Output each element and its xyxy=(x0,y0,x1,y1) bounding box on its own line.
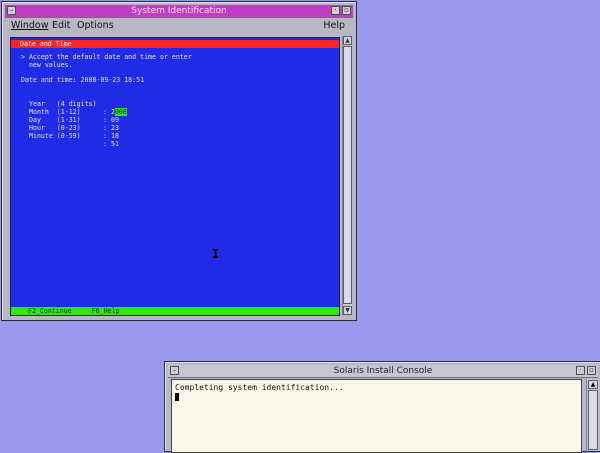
instruction-line-1: > Accept the default date and time or en… xyxy=(21,53,192,61)
instruction-line-2: new values. xyxy=(21,61,73,69)
datetime-label: Date and time: 2008-09-23 18:51 xyxy=(21,76,145,84)
console-titlebar[interactable]: – Solaris Install Console · ▫ xyxy=(168,365,598,378)
ibeam-cursor-icon: I xyxy=(212,247,220,261)
minute-input[interactable]: 51 xyxy=(111,140,119,148)
sysid-vertical-scrollbar[interactable]: ▲ ▼ xyxy=(342,36,352,315)
system-identification-window[interactable]: – System Identification · ▫ Window Edit … xyxy=(1,1,357,321)
menu-window[interactable]: Window xyxy=(11,18,48,34)
f2-continue-key[interactable]: F2_Continue xyxy=(28,307,72,315)
window-menu-icon[interactable]: – xyxy=(7,6,16,15)
scroll-up-icon[interactable]: ▲ xyxy=(343,36,352,45)
text-caret xyxy=(175,393,179,401)
f6-help-key[interactable]: F6_Help xyxy=(92,307,120,315)
field-minute[interactable]: Minute (0-59) : 51 xyxy=(29,124,119,156)
scroll-thumb[interactable] xyxy=(343,46,352,304)
day-input[interactable]: 23 xyxy=(111,124,119,132)
menu-edit[interactable]: Edit xyxy=(52,18,70,34)
console-output-line: Completing system identification... xyxy=(175,383,344,392)
solaris-install-console-window[interactable]: – Solaris Install Console · ▫ Completing… xyxy=(164,361,600,453)
console-vertical-scrollbar[interactable]: ▲ xyxy=(586,379,599,451)
screen-footer: F2_Continue F6_Help xyxy=(11,307,339,315)
console-window-title: Solaris Install Console xyxy=(333,366,433,376)
sysid-window-title: System Identification xyxy=(131,6,227,16)
maximize-icon[interactable]: ▫ xyxy=(342,6,351,15)
terminal-screen[interactable]: Date and Time > Accept the default date … xyxy=(10,37,340,316)
console-output[interactable]: Completing system identification... xyxy=(171,379,582,453)
sysid-menubar: Window Edit Options Help xyxy=(5,18,353,34)
hour-input[interactable]: 18 xyxy=(111,132,119,140)
year-input[interactable]: 2008 xyxy=(111,108,127,116)
console-window-menu-icon[interactable]: – xyxy=(170,366,179,375)
console-scroll-up-icon[interactable]: ▲ xyxy=(588,380,598,389)
screen-header: Date and Time xyxy=(11,40,339,48)
sysid-titlebar[interactable]: – System Identification · ▫ xyxy=(5,5,353,18)
menu-options[interactable]: Options xyxy=(77,18,114,34)
menu-help[interactable]: Help xyxy=(323,18,345,34)
month-input[interactable]: 09 xyxy=(111,116,119,124)
console-scroll-thumb[interactable] xyxy=(588,390,598,450)
scroll-down-icon[interactable]: ▼ xyxy=(343,306,352,315)
minimize-icon[interactable]: · xyxy=(331,6,340,15)
console-minimize-icon[interactable]: · xyxy=(576,366,585,375)
console-maximize-icon[interactable]: ▫ xyxy=(587,366,596,375)
